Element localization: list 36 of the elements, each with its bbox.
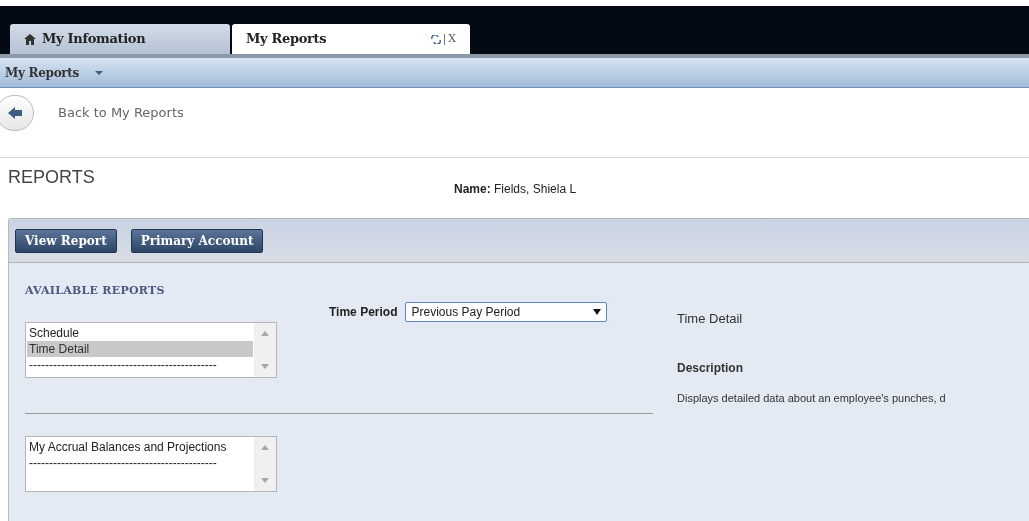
- home-icon: [24, 33, 36, 45]
- time-period-dropdown[interactable]: Previous Pay Period: [405, 301, 608, 322]
- report-title: Time Detail: [677, 310, 744, 328]
- listbox-item[interactable]: Schedule: [27, 324, 253, 341]
- left-arrow-icon: [8, 107, 22, 119]
- listbox-item[interactable]: My Accrual Balances and Projections: [27, 438, 253, 455]
- listbox-item[interactable]: -----------------------------------------------: [27, 356, 253, 373]
- scrollbar[interactable]: [254, 436, 276, 491]
- close-button[interactable]: X: [448, 30, 456, 48]
- employee-name: Name: Fields, Shiela L: [454, 181, 577, 198]
- tab[interactable]: My Infomation: [10, 24, 230, 54]
- scrollbar[interactable]: [254, 322, 276, 377]
- tab-label: My Reports: [246, 30, 327, 49]
- tab-label: My Infomation: [42, 30, 146, 49]
- description-text: Displays detailed data about an employee's punches, d: [677, 390, 946, 406]
- subnav-title[interactable]: My Reports: [5, 63, 80, 82]
- toolbar-button[interactable]: View Report: [15, 228, 117, 253]
- report-listbox[interactable]: Schedule Time Detail -----------------------------------------------: [25, 321, 277, 378]
- listbox-item[interactable]: Time Detail: [27, 340, 253, 357]
- page-title: REPORTS: [8, 166, 96, 189]
- refresh-icon[interactable]: [431, 34, 442, 44]
- caret-icon[interactable]: [95, 70, 104, 75]
- scroll-up-icon[interactable]: [261, 444, 269, 450]
- listbox-item[interactable]: -----------------------------------------------: [27, 454, 253, 471]
- back-button[interactable]: [0, 95, 34, 131]
- scroll-up-icon[interactable]: [261, 330, 269, 336]
- report-listbox[interactable]: My Accrual Balances and Projections -----------------------------------------------: [25, 435, 277, 492]
- description-heading: Description: [677, 359, 744, 377]
- toolbar-button[interactable]: Primary Account: [130, 228, 264, 253]
- time-period-label: Time Period: [329, 303, 398, 321]
- section-title: AVAILABLE REPORTS: [25, 283, 166, 299]
- scroll-down-icon[interactable]: [261, 477, 269, 483]
- caret-icon: [593, 308, 602, 315]
- scroll-down-icon[interactable]: [261, 363, 269, 369]
- tab[interactable]: My Reports X: [232, 24, 470, 54]
- back-link[interactable]: Back to My Reports: [58, 103, 184, 123]
